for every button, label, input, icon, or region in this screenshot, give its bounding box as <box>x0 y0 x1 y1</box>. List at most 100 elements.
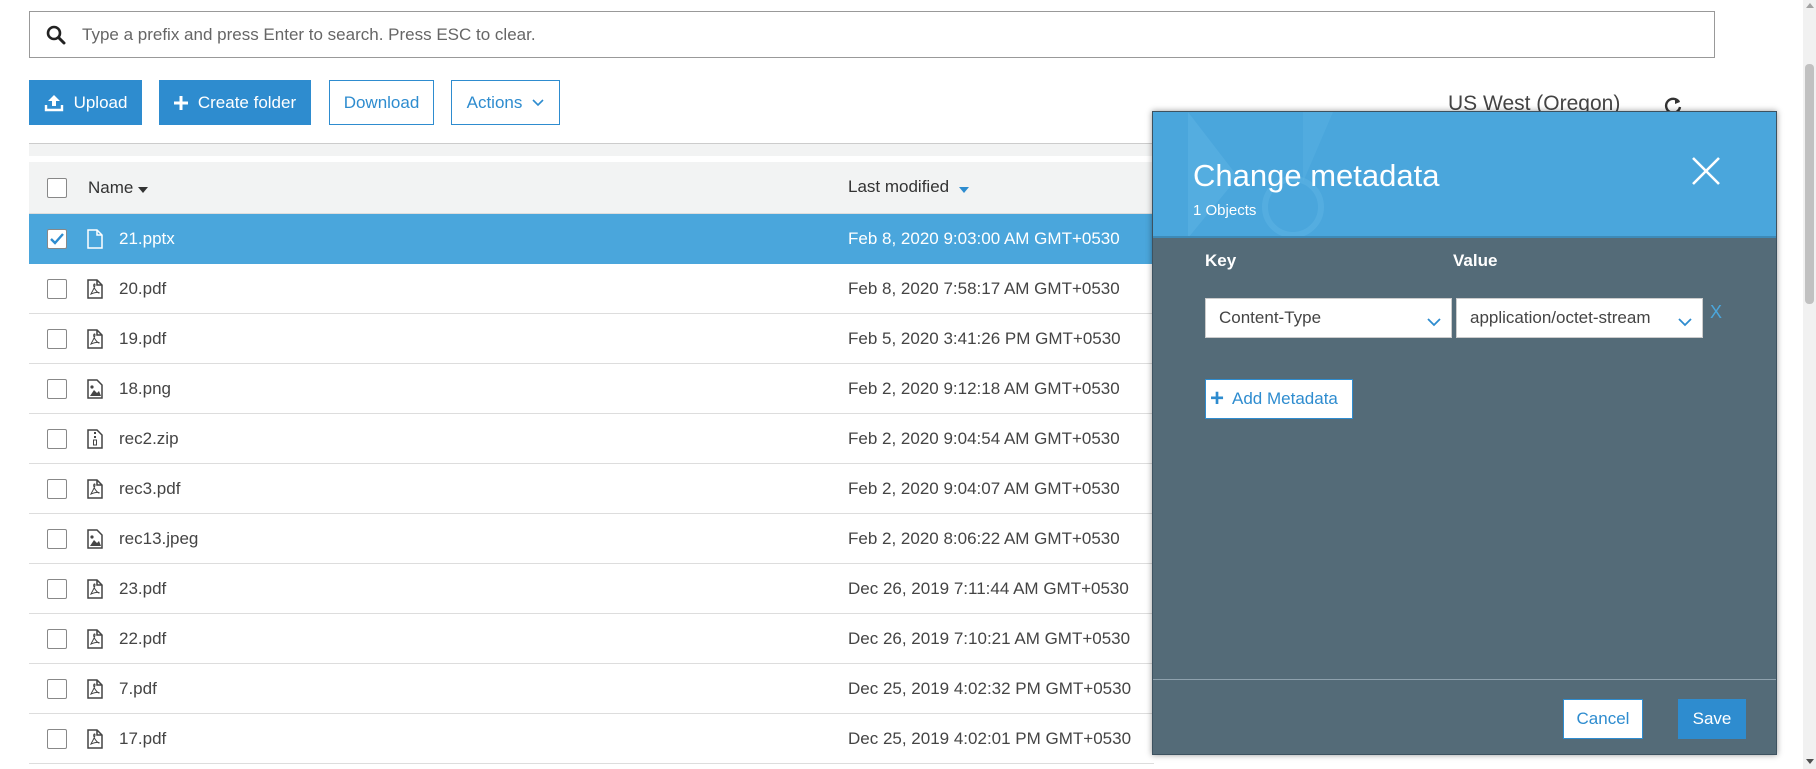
file-name-link[interactable]: rec2.zip <box>119 429 179 449</box>
name-header-label: Name <box>88 177 134 197</box>
table-row[interactable]: 22.pdf Dec 26, 2019 7:10:21 AM GMT+0530 <box>29 614 1154 664</box>
file-name-link[interactable]: 7.pdf <box>119 679 157 699</box>
last-modified-cell: Feb 8, 2020 9:03:00 AM GMT+0530 <box>848 228 1120 248</box>
pdf-icon <box>85 628 105 650</box>
image-icon <box>85 528 105 550</box>
scrollbar-thumb[interactable] <box>1805 64 1814 304</box>
chevron-down-icon <box>1678 312 1692 332</box>
key-select-value: Content-Type <box>1219 308 1322 327</box>
table-row[interactable]: 20.pdf Feb 8, 2020 7:58:17 AM GMT+0530 <box>29 264 1154 314</box>
objects-table: Name Last modified 21.pptx Feb 8, 2020 9… <box>29 162 1154 764</box>
row-checkbox[interactable] <box>47 528 67 549</box>
table-row[interactable]: 21.pptx Feb 8, 2020 9:03:00 AM GMT+0530 <box>29 214 1154 264</box>
name-cell: rec3.pdf <box>85 478 848 500</box>
remove-metadata-button[interactable]: X <box>1710 302 1722 323</box>
name-cell: 22.pdf <box>85 628 848 650</box>
key-column-label: Key <box>1205 251 1237 270</box>
table-row[interactable]: rec2.zip Feb 2, 2020 9:04:54 AM GMT+0530 <box>29 414 1154 464</box>
table-header: Name Last modified <box>29 162 1154 214</box>
name-cell: 23.pdf <box>85 578 848 600</box>
key-select[interactable]: Content-Type <box>1205 298 1452 338</box>
last-modified-cell: Feb 5, 2020 3:41:26 PM GMT+0530 <box>848 328 1121 348</box>
row-checkbox[interactable] <box>47 428 67 449</box>
row-checkbox[interactable] <box>47 278 67 299</box>
name-cell: 20.pdf <box>85 278 848 300</box>
value-select[interactable]: application/octet-stream <box>1456 298 1703 338</box>
last-modified-header-label: Last modified <box>848 177 950 197</box>
row-checkbox[interactable] <box>47 578 67 599</box>
row-checkbox[interactable] <box>47 328 67 349</box>
dialog-subtitle: 1 Objects <box>1193 202 1257 219</box>
download-button-label: Download <box>343 92 420 112</box>
actions-dropdown-label: Actions <box>466 92 523 112</box>
name-cell: 19.pdf <box>85 328 848 350</box>
file-name-link[interactable]: 20.pdf <box>119 279 166 299</box>
name-column-header[interactable]: Name <box>85 178 848 198</box>
save-button[interactable]: Save <box>1678 699 1746 739</box>
row-checkbox[interactable] <box>47 228 67 249</box>
pdf-icon <box>85 678 105 700</box>
name-cell: 21.pptx <box>85 228 848 250</box>
upload-icon <box>44 94 64 112</box>
close-icon[interactable] <box>1691 156 1721 191</box>
row-checkbox[interactable] <box>47 478 67 499</box>
last-modified-cell: Dec 26, 2019 7:11:44 AM GMT+0530 <box>848 578 1129 598</box>
file-name-link[interactable]: 22.pdf <box>119 629 166 649</box>
create-folder-button[interactable]: Create folder <box>159 80 311 125</box>
file-name-link[interactable]: 21.pptx <box>119 229 175 249</box>
add-metadata-label: Add Metadata <box>1232 389 1338 408</box>
cancel-button[interactable]: Cancel <box>1563 699 1643 739</box>
download-button[interactable]: Download <box>329 80 434 125</box>
table-row[interactable]: 19.pdf Feb 5, 2020 3:41:26 PM GMT+0530 <box>29 314 1154 364</box>
row-checkbox[interactable] <box>47 678 67 699</box>
table-body: 21.pptx Feb 8, 2020 9:03:00 AM GMT+0530 … <box>29 214 1154 764</box>
search-input[interactable] <box>82 24 1714 45</box>
last-modified-cell: Feb 2, 2020 9:04:54 AM GMT+0530 <box>848 428 1120 448</box>
table-row[interactable]: 23.pdf Dec 26, 2019 7:11:44 AM GMT+0530 <box>29 564 1154 614</box>
image-icon <box>85 378 105 400</box>
value-select-value: application/octet-stream <box>1470 308 1651 327</box>
file-name-link[interactable]: 19.pdf <box>119 329 166 349</box>
scroll-up-icon[interactable] <box>1806 3 1814 8</box>
file-name-link[interactable]: 18.png <box>119 379 171 399</box>
table-row[interactable]: rec13.jpeg Feb 2, 2020 8:06:22 AM GMT+05… <box>29 514 1154 564</box>
create-folder-button-label: Create folder <box>197 92 297 112</box>
file-name-link[interactable]: rec3.pdf <box>119 479 180 499</box>
plus-icon <box>173 95 188 110</box>
last-modified-cell: Feb 2, 2020 8:06:22 AM GMT+0530 <box>848 528 1120 548</box>
zip-icon <box>85 428 105 450</box>
table-row[interactable]: rec3.pdf Feb 2, 2020 9:04:07 AM GMT+0530 <box>29 464 1154 514</box>
last-modified-cell: Feb 2, 2020 9:04:07 AM GMT+0530 <box>848 478 1120 498</box>
add-metadata-button[interactable]: + Add Metadata <box>1205 379 1353 419</box>
search-icon <box>30 25 82 45</box>
scroll-down-icon[interactable] <box>1806 759 1814 764</box>
change-metadata-dialog: Change metadata 1 Objects Key Value Cont… <box>1152 111 1777 755</box>
last-modified-column-header[interactable]: Last modified <box>848 177 1154 198</box>
row-checkbox[interactable] <box>47 378 67 399</box>
pdf-icon <box>85 578 105 600</box>
pdf-icon <box>85 478 105 500</box>
last-modified-cell: Dec 26, 2019 7:10:21 AM GMT+0530 <box>848 628 1131 648</box>
row-checkbox[interactable] <box>47 728 67 749</box>
upload-button[interactable]: Upload <box>29 80 142 125</box>
actions-dropdown[interactable]: Actions <box>451 80 560 125</box>
value-column-label: Value <box>1453 251 1498 270</box>
name-cell: 18.png <box>85 378 848 400</box>
table-row[interactable]: 17.pdf Dec 25, 2019 4:02:01 PM GMT+0530 <box>29 714 1154 764</box>
plus-icon: + <box>1210 385 1225 412</box>
table-top-band <box>29 144 1154 156</box>
chevron-down-icon <box>532 98 544 107</box>
table-row[interactable]: 7.pdf Dec 25, 2019 4:02:32 PM GMT+0530 <box>29 664 1154 714</box>
name-cell: rec2.zip <box>85 428 848 450</box>
name-cell: 7.pdf <box>85 678 848 700</box>
search-bar <box>29 11 1715 58</box>
file-name-link[interactable]: 17.pdf <box>119 729 166 749</box>
table-row[interactable]: 18.png Feb 2, 2020 9:12:18 AM GMT+0530 <box>29 364 1154 414</box>
pdf-icon <box>85 728 105 750</box>
name-cell: rec13.jpeg <box>85 528 848 550</box>
chevron-down-icon <box>1427 312 1441 332</box>
file-name-link[interactable]: 23.pdf <box>119 579 166 599</box>
row-checkbox[interactable] <box>47 628 67 649</box>
select-all-checkbox[interactable] <box>47 177 67 198</box>
file-name-link[interactable]: rec13.jpeg <box>119 529 198 549</box>
